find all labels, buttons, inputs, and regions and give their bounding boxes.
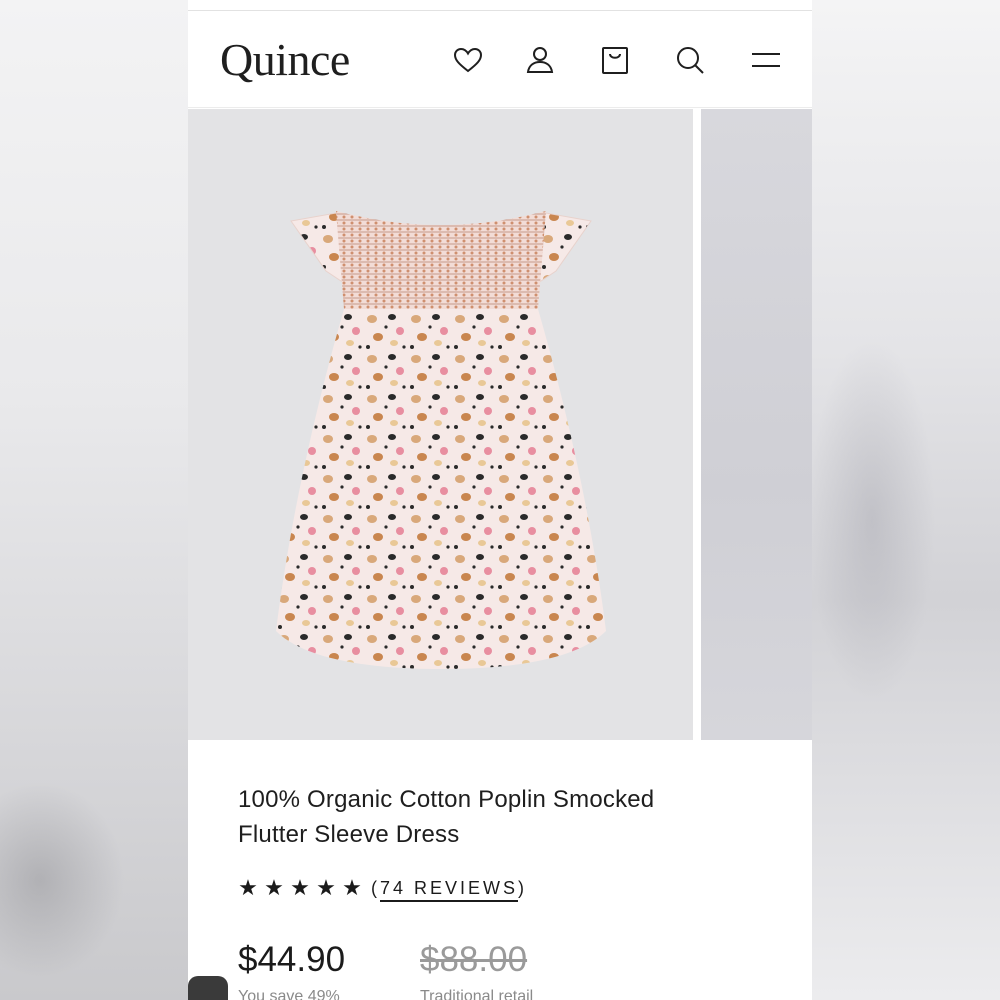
- product-title: 100% Organic Cotton Poplin Smocked Flutt…: [238, 782, 758, 852]
- reviews-count[interactable]: 74 REVIEWS: [380, 877, 519, 902]
- star-icon: ★: [342, 875, 362, 900]
- star-icon: ★: [316, 875, 336, 900]
- user-icon[interactable]: [524, 44, 556, 76]
- star-icon: ★: [264, 875, 284, 900]
- next-product-image[interactable]: [701, 109, 812, 740]
- retail-label: Traditional retail: [420, 988, 534, 1000]
- product-page: Quince 100% Organic Cotton Poplin Smocke…: [188, 0, 812, 1000]
- sale-price: $44.90: [238, 940, 346, 979]
- heart-icon[interactable]: [452, 44, 484, 76]
- dress-image: [276, 211, 606, 669]
- menu-icon[interactable]: [750, 44, 782, 76]
- chat-widget-tab[interactable]: [188, 976, 228, 1000]
- reviews-open: (: [371, 877, 380, 898]
- bag-icon[interactable]: [599, 44, 631, 76]
- backdrop-right: [812, 0, 1000, 1000]
- reviews-close: ): [518, 877, 528, 898]
- search-icon[interactable]: [674, 44, 706, 76]
- gallery-gap: [693, 109, 701, 740]
- rating: ★ ★ ★ ★ ★ (74 REVIEWS): [235, 874, 527, 902]
- savings-text: You save 49%: [238, 988, 340, 1000]
- backdrop-left: [0, 0, 188, 1000]
- site-header: Quince: [188, 11, 812, 108]
- original-price: $88.00: [420, 940, 528, 979]
- product-title-line1: 100% Organic Cotton Poplin Smocked: [238, 786, 655, 813]
- brand-logo[interactable]: Quince: [220, 33, 350, 86]
- reviews-link[interactable]: (74 REVIEWS): [371, 877, 528, 902]
- product-image[interactable]: [188, 109, 693, 740]
- star-icon: ★: [290, 875, 310, 900]
- product-gallery[interactable]: [188, 109, 812, 740]
- star-icon: ★: [238, 875, 258, 900]
- product-title-line2: Flutter Sleeve Dress: [238, 821, 460, 848]
